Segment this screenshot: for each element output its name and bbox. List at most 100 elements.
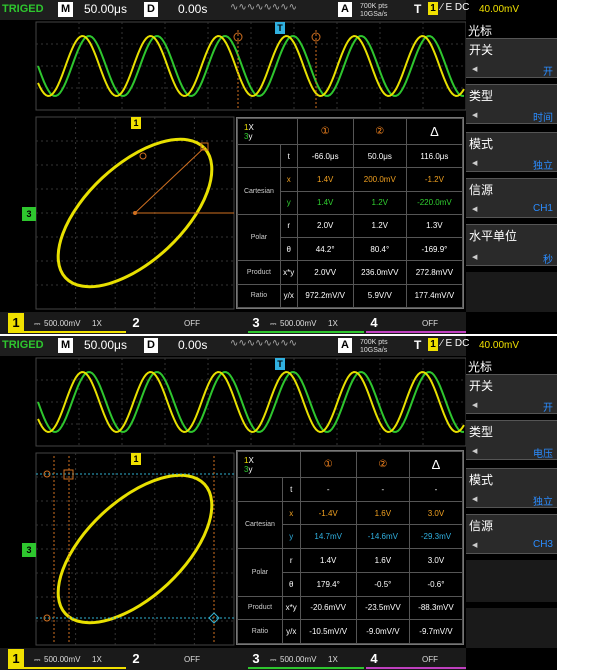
theta-cursor2: 80.4°	[352, 237, 407, 262]
xy-label: x*y	[279, 260, 298, 285]
menu-item-label: 水平单位	[469, 229, 518, 243]
menu-title: 光标	[468, 24, 493, 38]
y-cursor1: 14.7mV	[299, 524, 357, 550]
channel1-scale: 500.00mV	[44, 319, 81, 328]
dc-coupling-icon: ⎓	[34, 655, 41, 664]
menu-item-horizontal-unit[interactable]: 水平单位 ◀ 秒	[466, 224, 557, 266]
menu-item-switch[interactable]: 开关 ◀ 开	[466, 38, 557, 78]
y-delta: -220.0mV	[405, 190, 464, 215]
x-cursor1: -1.4V	[299, 500, 357, 526]
xy-delta: -88.3mVV	[408, 595, 464, 621]
dc-coupling-icon: ⎓	[270, 655, 277, 664]
channel2-tile[interactable]: 2 OFF	[128, 649, 244, 669]
channel-bar: 1 ⎓ 500.00mV 1X 2 OFF 3 ⎓ 500.00mV 1X 4 …	[0, 312, 466, 334]
menu-item-value: 时间	[533, 113, 553, 124]
channel1-probe: 1X	[92, 319, 102, 328]
theta-delta: -0.6°	[408, 571, 464, 597]
r-cursor1: 1.4V	[299, 548, 357, 573]
menu-item-type[interactable]: 类型 ◀ 电压	[466, 420, 557, 460]
xy-channel1-marker[interactable]: 1	[131, 453, 141, 465]
x-cursor1: 1.4V	[296, 167, 354, 192]
menu-item-label: 类型	[469, 89, 494, 103]
channel3-offset-marker[interactable]: 3	[22, 543, 36, 557]
yx-cursor1: 972.2mV/V	[296, 283, 354, 309]
t-cursor1: -	[299, 477, 357, 502]
polar-label: Polar	[237, 213, 281, 262]
trigger-position-marker[interactable]: T	[275, 358, 285, 370]
menu-item-mode[interactable]: 模式 ◀ 独立	[466, 468, 557, 508]
menu-item-switch[interactable]: 开关 ◀ 开	[466, 374, 557, 414]
blank-cell	[237, 143, 281, 169]
trigger-position-marker[interactable]: T	[275, 22, 285, 34]
channel4-tile[interactable]: 4 OFF	[366, 313, 466, 333]
cursor2-header: ②	[355, 451, 410, 478]
arrow-left-icon: ◀	[472, 112, 478, 119]
yx-label: y/x	[279, 283, 298, 309]
cartesian-label: Cartesian	[237, 167, 281, 215]
r-cursor1: 2.0V	[296, 213, 354, 239]
theta-delta: -169.9°	[405, 237, 464, 262]
x-label: x	[281, 500, 301, 526]
xy-cursor1: -20.6mVV	[299, 595, 357, 621]
yx-label: y/x	[281, 619, 301, 644]
menu-item-source[interactable]: 信源 ◀ CH1	[466, 178, 557, 218]
y-cursor2: -14.6mV	[355, 524, 410, 550]
menu-item-label: 类型	[469, 425, 494, 439]
arrow-left-icon: ◀	[472, 66, 478, 73]
t-label: t	[279, 143, 298, 169]
xy-cursor1: 2.0VV	[296, 260, 354, 285]
menu-item-label: 开关	[469, 379, 494, 393]
menu-item-value: CH3	[532, 539, 553, 550]
yx-cursor2: -9.0mV/V	[355, 619, 410, 644]
x-source-suffix: X	[248, 122, 254, 132]
t-cursor1: -66.0μs	[296, 143, 354, 169]
channel2-tile[interactable]: 2 OFF	[128, 313, 244, 333]
arrow-left-icon: ◀	[472, 254, 478, 261]
polar-label: Polar	[237, 548, 283, 597]
channel2-number: 2	[132, 315, 140, 330]
channel1-tile[interactable]: 1 ⎓ 500.00mV 1X	[8, 649, 126, 669]
channel3-tile[interactable]: 3 ⎓ 500.00mV 1X	[248, 313, 364, 333]
channel3-tile[interactable]: 3 ⎓ 500.00mV 1X	[248, 649, 364, 669]
r-delta: 1.3V	[405, 213, 464, 239]
t-cursor2: 50.0μs	[352, 143, 407, 169]
channel4-number: 4	[370, 651, 378, 666]
xy-label: x*y	[281, 595, 301, 621]
menu-item-value: 电压	[533, 449, 553, 460]
channel3-number: 3	[252, 315, 260, 330]
menu-item-mode[interactable]: 模式 ◀ 独立	[466, 132, 557, 172]
channel1-number: 1	[8, 649, 24, 669]
cursor-menu: 光标 开关 ◀ 开 类型 ◀ 时间 模式 ◀ 独立 信源 ◀ CH1 水平单位 …	[466, 20, 557, 334]
channel4-tile[interactable]: 4 OFF	[366, 649, 466, 669]
menu-item-value: 独立	[533, 497, 553, 508]
cursor-menu: 光标 开关 ◀ 开 类型 ◀ 电压 模式 ◀ 独立 信源 ◀ CH3	[466, 356, 557, 670]
xy-channel1-marker[interactable]: 1	[131, 117, 141, 129]
menu-title: 光标	[468, 360, 493, 374]
channel2-state: OFF	[184, 319, 200, 328]
theta-cursor2: -0.5°	[355, 571, 410, 597]
yx-cursor2: 5.9V/V	[352, 283, 407, 309]
menu-item-value: 开	[543, 67, 553, 78]
x-cursor2: 1.6V	[355, 500, 410, 526]
xy-delta: 272.8mVV	[405, 260, 464, 285]
arrow-left-icon: ◀	[472, 448, 478, 455]
cursor-measure-table: 1X 3y ① ② Δ t -66.0μs 50.0μs 116.0μs Car…	[236, 117, 464, 309]
yx-delta: 177.4mV/V	[405, 283, 464, 309]
menu-item-type[interactable]: 类型 ◀ 时间	[466, 84, 557, 124]
delta-header: Δ	[408, 451, 464, 478]
menu-item-source[interactable]: 信源 ◀ CH3	[466, 514, 557, 554]
channel1-tile[interactable]: 1 ⎓ 500.00mV 1X	[8, 313, 126, 333]
xy-cursor2: 236.0mVV	[352, 260, 407, 285]
channel4-state: OFF	[422, 319, 438, 328]
arrow-left-icon: ◀	[472, 206, 478, 213]
channel1-probe: 1X	[92, 655, 102, 664]
r-label: r	[281, 548, 301, 573]
channel3-scale: 500.00mV	[280, 319, 317, 328]
menu-item-label: 模式	[469, 137, 494, 151]
dc-coupling-icon: ⎓	[34, 319, 41, 328]
blank-cell	[237, 477, 283, 502]
channel3-offset-marker[interactable]: 3	[22, 207, 36, 221]
menu-item-value: CH1	[532, 203, 553, 214]
theta-cursor1: 179.4°	[299, 571, 357, 597]
channel3-scale: 500.00mV	[280, 655, 317, 664]
